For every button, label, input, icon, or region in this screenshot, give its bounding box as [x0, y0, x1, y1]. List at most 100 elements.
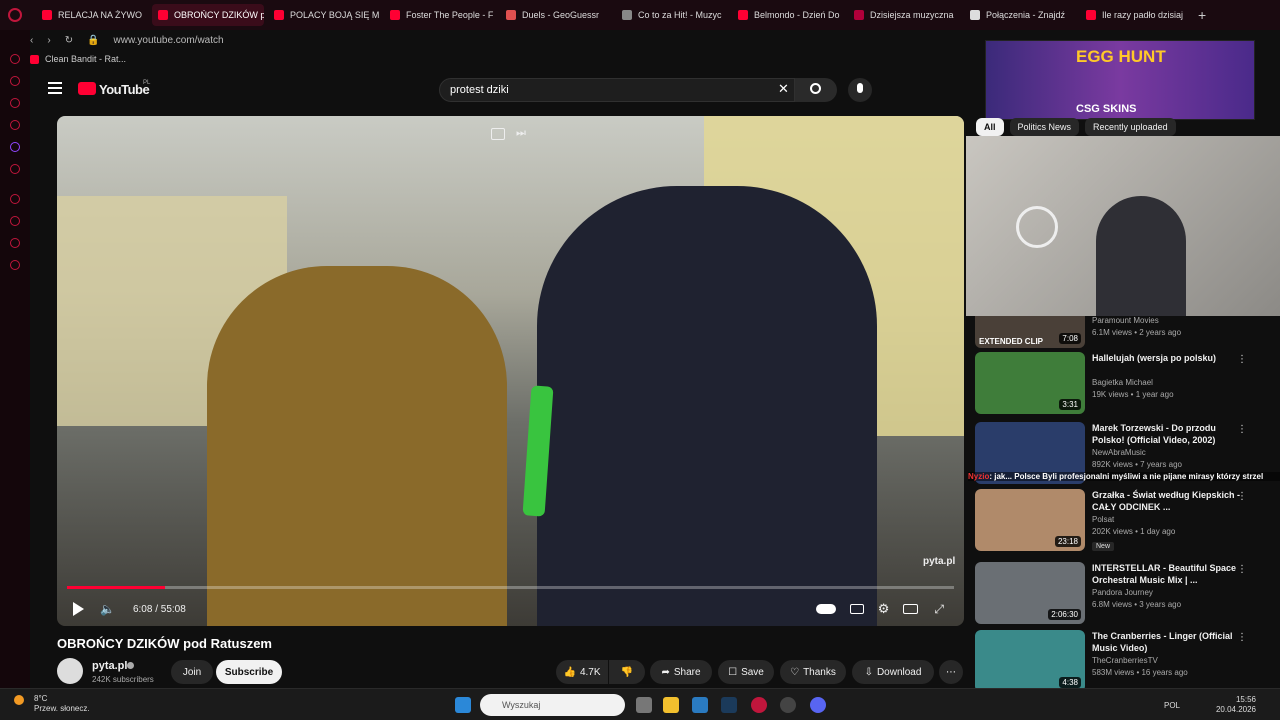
discord-icon[interactable] — [810, 697, 826, 713]
browser-tab[interactable]: POLACY BOJĄ SIĘ M — [268, 4, 380, 26]
recommendation-partial[interactable]: EXTENDED CLIP 7:08 Paramount Movies 6.1M… — [975, 316, 1275, 348]
browser-tab[interactable]: OBROŃCY DZIKÓW pod R — [152, 4, 264, 26]
chat-icon[interactable] — [10, 98, 20, 108]
rec-channel[interactable]: Polsat — [1092, 515, 1114, 524]
rec-title[interactable]: Hallelujah (wersja po polsku) — [1092, 352, 1242, 364]
dislike-button[interactable]: 👎 — [609, 660, 645, 684]
opera-menu-icon[interactable] — [8, 8, 22, 22]
next-chapter-icon[interactable]: ⏭ — [516, 127, 526, 140]
file-explorer-icon[interactable] — [663, 697, 679, 713]
browser-tab[interactable]: Duels - GeoGuessr — [500, 4, 612, 26]
hamburger-menu-icon[interactable] — [48, 82, 62, 94]
youtube-logo-text[interactable]: YouTube — [99, 82, 150, 97]
play-icon[interactable] — [73, 602, 84, 616]
weather-widget[interactable]: 8°C Przew. słonecz. — [34, 694, 90, 714]
rec-menu-icon[interactable]: ⋮ — [1237, 424, 1247, 435]
recommendation-item[interactable]: 4:38 The Cranberries - Linger (Official M… — [975, 630, 1275, 694]
messenger-icon[interactable] — [10, 54, 20, 64]
rec-thumbnail[interactable]: 3:31 — [975, 352, 1085, 414]
rec-title[interactable]: Grzałka - Świat według Kiepskich - CAŁY … — [1092, 489, 1242, 513]
settings-gear-icon[interactable]: ⚙ — [878, 601, 890, 617]
ad-banner[interactable]: EGG HUNT CSG SKINS — [985, 40, 1255, 120]
rec-menu-icon[interactable]: ⋮ — [1237, 564, 1247, 575]
task-view-icon[interactable] — [636, 697, 652, 713]
forward-icon[interactable]: › — [47, 35, 50, 46]
clock-time: 15:56 — [1235, 695, 1256, 704]
rec-thumbnail[interactable]: 4:38 — [975, 630, 1085, 692]
rec-title[interactable]: INTERSTELLAR - Beautiful Space Orchestra… — [1092, 562, 1242, 586]
autoplay-toggle[interactable] — [815, 604, 836, 614]
fullscreen-icon[interactable]: ⤢ — [934, 602, 944, 617]
channel-name[interactable]: pyta.pl — [92, 660, 127, 672]
rec-channel[interactable]: TheCranberriesTV — [1092, 656, 1158, 665]
like-button[interactable]: 👍 4.7K — [556, 660, 608, 684]
clock-icon[interactable] — [10, 216, 20, 226]
rec-menu-icon[interactable]: ⋮ — [1237, 354, 1247, 365]
thanks-button[interactable]: ♡ Thanks — [780, 660, 846, 684]
youtube-music-icon[interactable] — [10, 164, 20, 174]
captions-icon[interactable] — [849, 604, 864, 614]
voice-search-button[interactable] — [848, 78, 872, 102]
clock[interactable]: 15:56 20.04.2026 — [1216, 695, 1256, 715]
save-button[interactable]: ☐ Save — [718, 660, 774, 684]
recommendation-item[interactable]: 3:31 Hallelujah (wersja po polsku) Bagietk… — [975, 352, 1275, 416]
rec-menu-icon[interactable]: ⋮ — [1237, 632, 1247, 643]
video-player[interactable]: ⏭ pyta.pl 🔈 6:08 / 55:08 ⚙ ⤢ — [57, 116, 964, 626]
recommendation-item[interactable]: 2:06:30 INTERSTELLAR - Beautiful Space Or… — [975, 562, 1275, 626]
settings-icon[interactable] — [10, 260, 20, 270]
vscode-icon[interactable] — [692, 697, 708, 713]
twitch-icon[interactable] — [10, 142, 20, 152]
more-actions-button[interactable]: ⋯ — [939, 660, 963, 684]
channel-avatar[interactable] — [57, 658, 83, 684]
search-input[interactable]: protest dziki — [439, 78, 795, 102]
browser-tab[interactable]: Dzisiejsza muzyczna — [848, 4, 960, 26]
share-button[interactable]: ➦ Share — [650, 660, 712, 684]
rec-channel[interactable]: Paramount Movies — [1092, 316, 1159, 325]
reload-icon[interactable]: ↻ — [65, 35, 73, 46]
opera-gx-taskbar-icon[interactable] — [780, 697, 796, 713]
taskbar-search[interactable]: Wyszukaj — [480, 694, 625, 716]
windows-start-icon[interactable] — [455, 697, 471, 713]
download-button[interactable]: ⇩ Download — [852, 660, 934, 684]
new-tab-icon[interactable]: + — [1198, 7, 1206, 23]
subscribe-button[interactable]: Subscribe — [216, 660, 282, 684]
rec-title[interactable]: Marek Torzewski - Do przodu Polsko! (Off… — [1092, 422, 1242, 446]
back-icon[interactable]: ‹ — [30, 35, 33, 46]
recommendation-item[interactable]: 23:18 Grzałka - Świat według Kiepskich - … — [975, 489, 1275, 553]
browser-tab[interactable]: Co to za Hit! - Muzyc — [616, 4, 728, 26]
history-icon[interactable] — [10, 194, 20, 204]
url-field[interactable]: www.youtube.com/watch — [114, 35, 224, 46]
rec-channel[interactable]: Bagietka Michael — [1092, 378, 1153, 387]
browser-tab[interactable]: Połączenia - Znajdź — [964, 4, 1076, 26]
chip-all[interactable]: All — [976, 118, 1004, 136]
language-indicator[interactable]: POL — [1164, 701, 1180, 710]
search-button[interactable] — [795, 78, 837, 102]
thanks-icon: ♡ — [790, 666, 800, 678]
browser-tab[interactable]: Belmondo - Dzień Do — [732, 4, 844, 26]
rec-channel[interactable]: Pandora Journey — [1092, 588, 1153, 597]
mail-icon[interactable] — [10, 120, 20, 130]
theater-mode-icon[interactable] — [903, 604, 919, 614]
join-button[interactable]: Join — [171, 660, 213, 684]
browser-tab[interactable]: RELACJA NA ŻYWO — [36, 4, 148, 26]
clear-search-icon[interactable]: ✕ — [778, 81, 789, 97]
progress-bar[interactable] — [67, 586, 954, 589]
chip-recently-uploaded[interactable]: Recently uploaded — [1085, 118, 1176, 136]
youtube-logo-icon[interactable] — [78, 82, 96, 95]
rec-channel[interactable]: NewAbraMusic — [1092, 448, 1146, 457]
browser-tab[interactable]: Ile razy padło dzisiaj — [1080, 4, 1192, 26]
extensions-icon[interactable] — [10, 238, 20, 248]
steam-icon[interactable] — [721, 697, 737, 713]
rec-title[interactable]: The Cranberries - Linger (Official Music… — [1092, 630, 1242, 654]
rec-menu-icon[interactable]: ⋮ — [1237, 491, 1247, 502]
rec-thumbnail[interactable]: EXTENDED CLIP 7:08 — [975, 316, 1085, 348]
browser-tab[interactable]: Foster The People - F — [384, 4, 496, 26]
opera-taskbar-icon[interactable] — [751, 697, 767, 713]
whatsapp-icon[interactable] — [10, 76, 20, 86]
bookmark-item[interactable]: Clean Bandit - Rat... — [45, 54, 126, 64]
volume-icon[interactable]: 🔈 — [100, 602, 115, 616]
miniplayer-icon[interactable] — [491, 128, 505, 140]
rec-thumbnail[interactable]: 2:06:30 — [975, 562, 1085, 624]
rec-thumbnail[interactable]: 23:18 — [975, 489, 1085, 551]
chip-politics-news[interactable]: Politics News — [1009, 118, 1080, 136]
